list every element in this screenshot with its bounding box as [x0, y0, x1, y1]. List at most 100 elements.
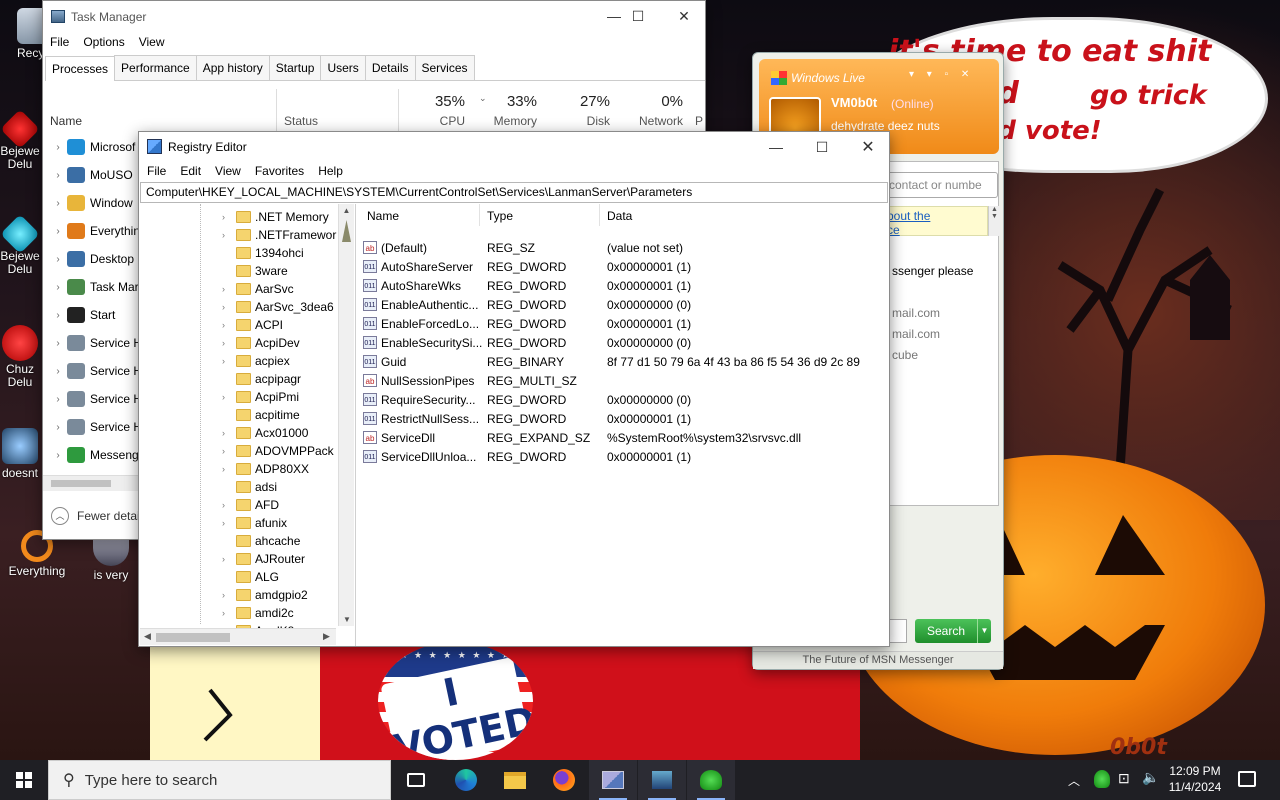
- value-row[interactable]: 011 EnableForcedLo...: [363, 314, 479, 333]
- expand-chevron-icon[interactable]: ›: [49, 226, 67, 237]
- value-row[interactable]: 011 AutoShareServer: [363, 257, 473, 276]
- expand-chevron-icon[interactable]: ›: [222, 212, 236, 222]
- memory-label[interactable]: Memory: [475, 114, 537, 128]
- disk-label[interactable]: Disk: [548, 114, 610, 128]
- process-row[interactable]: › Desktop: [49, 245, 139, 273]
- value-row[interactable]: ab (Default): [363, 238, 427, 257]
- process-row[interactable]: › Messeng: [49, 441, 139, 469]
- desktop-icon-chuzzle[interactable]: Chuz Delu: [0, 325, 48, 389]
- expand-chevron-icon[interactable]: ›: [222, 590, 236, 600]
- cpu-percent[interactable]: 35%: [403, 93, 465, 110]
- taskbar-edge[interactable]: [442, 760, 490, 800]
- expand-chevron-icon[interactable]: ›: [49, 338, 67, 349]
- network-icon[interactable]: ⊡: [1118, 770, 1130, 787]
- cpu-label[interactable]: CPU: [403, 114, 465, 128]
- expand-chevron-icon[interactable]: ›: [222, 428, 236, 438]
- tree-node[interactable]: acpipagr: [222, 370, 301, 388]
- process-row[interactable]: › Microsof: [49, 133, 139, 161]
- memory-percent[interactable]: 33%: [475, 93, 537, 110]
- tree-vscrollbar[interactable]: ▲ ▼: [338, 204, 354, 626]
- tree-node[interactable]: › acpiex: [222, 352, 290, 370]
- banner-link[interactable]: bout the: [887, 209, 985, 223]
- tree-node[interactable]: ALG: [222, 568, 279, 586]
- taskbar-task-manager[interactable]: [638, 760, 686, 800]
- tree-node[interactable]: › AJRouter: [222, 550, 305, 568]
- expand-chevron-icon[interactable]: ›: [222, 302, 236, 312]
- menu-edit[interactable]: Edit: [180, 164, 201, 178]
- contact-item[interactable]: cube: [892, 348, 918, 362]
- expand-chevron-icon[interactable]: ›: [222, 320, 236, 330]
- search-dropdown-icon[interactable]: ▼: [977, 619, 991, 643]
- expand-chevron-icon[interactable]: ›: [222, 464, 236, 474]
- tree-node[interactable]: › Acx01000: [222, 424, 308, 442]
- menu-options[interactable]: Options: [83, 35, 124, 49]
- tree-node[interactable]: › AcpiPmi: [222, 388, 299, 406]
- process-row[interactable]: › MoUSO: [49, 161, 139, 189]
- maximize-button[interactable]: ☐: [799, 132, 845, 162]
- close-button[interactable]: ✕: [845, 132, 891, 162]
- tab-users[interactable]: Users: [320, 55, 366, 80]
- tab-startup[interactable]: Startup: [268, 55, 322, 80]
- tree-node[interactable]: › ACPI: [222, 316, 283, 334]
- value-row[interactable]: 011 RequireSecurity...: [363, 390, 475, 409]
- banner-link-2[interactable]: ce: [887, 223, 985, 237]
- notifications-icon[interactable]: [1238, 771, 1256, 787]
- taskbar-search[interactable]: ⚲ Type here to search: [48, 760, 391, 800]
- disk-percent[interactable]: 27%: [548, 93, 610, 110]
- expand-chevron-icon[interactable]: ›: [49, 450, 67, 461]
- value-row[interactable]: 011 RestrictNullSess...: [363, 409, 479, 428]
- scroll-left-icon[interactable]: ◀: [144, 631, 151, 642]
- column-name-header[interactable]: Name: [367, 209, 399, 223]
- taskbar-firefox[interactable]: [540, 760, 588, 800]
- tab-details[interactable]: Details: [364, 55, 416, 80]
- column-name[interactable]: Name: [50, 114, 82, 128]
- menu-view[interactable]: View: [215, 164, 241, 178]
- address-bar[interactable]: Computer\HKEY_LOCAL_MACHINE\SYSTEM\Curre…: [140, 182, 888, 203]
- taskbar-task-view[interactable]: [392, 760, 440, 800]
- network-label[interactable]: Network: [621, 114, 683, 128]
- expand-chevron-icon[interactable]: ›: [49, 394, 67, 405]
- volume-icon[interactable]: 🔈: [1142, 769, 1159, 786]
- tree-node[interactable]: ahcache: [222, 532, 300, 550]
- scroll-down-icon[interactable]: ▼: [339, 615, 355, 624]
- scroll-right-icon[interactable]: ▶: [323, 631, 330, 642]
- value-row[interactable]: ab ServiceDll: [363, 428, 435, 447]
- menu-file[interactable]: File: [147, 164, 166, 178]
- show-hidden-icons-chevron-icon[interactable]: ︿: [1068, 772, 1080, 789]
- process-row[interactable]: › Service H: [49, 385, 139, 413]
- contact-item[interactable]: mail.com: [892, 306, 940, 320]
- value-row[interactable]: ab NullSessionPipes: [363, 371, 474, 390]
- tree-node[interactable]: adsi: [222, 478, 277, 496]
- tree-node[interactable]: › AFD: [222, 496, 279, 514]
- expand-chevron-icon[interactable]: ›: [222, 230, 236, 240]
- value-row[interactable]: 011 Guid: [363, 352, 406, 371]
- messenger-tray-icon[interactable]: [1094, 770, 1110, 788]
- fewer-details-link[interactable]: Fewer detai: [77, 509, 140, 523]
- process-row[interactable]: › Start: [49, 301, 139, 329]
- taskbar-registry-editor[interactable]: [589, 760, 637, 800]
- tree-node[interactable]: › AcpiDev: [222, 334, 300, 352]
- taskbar-file-explorer[interactable]: [491, 760, 539, 800]
- expand-chevron-icon[interactable]: ›: [49, 282, 67, 293]
- menu-view[interactable]: View: [139, 35, 165, 49]
- value-row[interactable]: 011 ServiceDllUnloa...: [363, 447, 476, 466]
- process-row[interactable]: › Window: [49, 189, 139, 217]
- menu-help[interactable]: Help: [318, 164, 343, 178]
- search-box-edge[interactable]: [889, 619, 907, 643]
- expand-chevron-icon[interactable]: ›: [222, 356, 236, 366]
- scroll-thumb[interactable]: [342, 220, 351, 242]
- messenger-username[interactable]: VM0b0t: [831, 95, 877, 110]
- expand-chevron-icon[interactable]: ›: [49, 366, 67, 377]
- expand-chevron-icon[interactable]: ›: [222, 446, 236, 456]
- minimize-button[interactable]: —: [753, 132, 799, 162]
- expand-chevron-icon[interactable]: ›: [49, 142, 67, 153]
- column-data-header[interactable]: Data: [607, 209, 632, 223]
- process-hscrollbar[interactable]: [43, 475, 139, 491]
- expand-chevron-icon[interactable]: ›: [49, 310, 67, 321]
- expand-chevron-icon[interactable]: ›: [222, 554, 236, 564]
- contact-item[interactable]: mail.com: [892, 327, 940, 341]
- messenger-status[interactable]: (Online): [891, 97, 934, 111]
- tree-node[interactable]: › ADOVMPPack: [222, 442, 334, 460]
- tree-node[interactable]: › ADP80XX: [222, 460, 309, 478]
- process-row[interactable]: › Service H: [49, 329, 139, 357]
